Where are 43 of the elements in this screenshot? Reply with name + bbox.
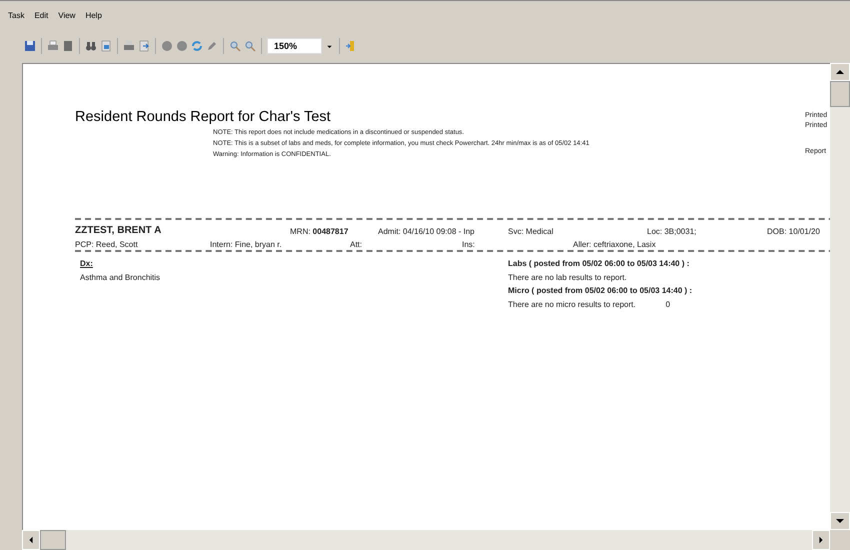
- refresh-icon[interactable]: [191, 40, 203, 52]
- save-icon[interactable]: [24, 40, 36, 52]
- intern-text: Intern: Fine, bryan r.: [210, 240, 283, 249]
- service-text: Svc: Medical: [508, 227, 554, 236]
- menu-item[interactable]: Task: [8, 10, 24, 20]
- location-text: Loc: 3B;0031;: [647, 227, 698, 236]
- labs-text: There are no lab results to report.: [508, 272, 628, 284]
- circle-icon[interactable]: [161, 40, 173, 52]
- menu-item[interactable]: View: [58, 10, 76, 20]
- scroll-thumb[interactable]: [830, 81, 850, 107]
- labs-heading: Labs ( posted from 05/02 06:00 to 05/03 14:40 ) :: [508, 258, 690, 270]
- document-icon[interactable]: [138, 40, 150, 52]
- document-icon[interactable]: [62, 40, 74, 52]
- micro-count: 0: [666, 298, 670, 310]
- patient-name: ZZTEST, BRENT A: [75, 225, 162, 236]
- insurance-text: Ins:: [462, 240, 476, 249]
- printer-icon[interactable]: [47, 40, 59, 52]
- dx-heading: Dx:: [80, 258, 94, 270]
- attending-text: Att:: [350, 240, 364, 249]
- allergy-text: Aller: ceftriaxone, Lasix: [573, 240, 656, 249]
- mrn-text: MRN: 00487817: [290, 227, 350, 236]
- printer-icon[interactable]: [123, 40, 135, 52]
- pencil-icon[interactable]: [206, 40, 218, 52]
- micro-text: There are no micro results to report.: [508, 298, 636, 311]
- micro-heading: Micro ( posted from 05/02 06:00 to 05/03 14:40 ) :: [508, 285, 692, 297]
- document-icon[interactable]: [100, 40, 112, 52]
- menu-item[interactable]: Edit: [34, 10, 48, 20]
- diagnosis-text: Asthma and Bronchitis: [80, 272, 162, 284]
- scroll-down-icon[interactable]: [830, 512, 850, 530]
- report-title: Resident Rounds Report for Char's Test: [75, 109, 332, 125]
- zoom-in-icon[interactable]: [244, 40, 256, 52]
- zoom-out-icon[interactable]: [229, 40, 241, 52]
- admit-text: Admit: 04/16/10 09:08 - Inp: [378, 227, 476, 236]
- circle-icon[interactable]: [176, 40, 188, 52]
- pcp-text: PCP: Reed, Scott: [75, 240, 139, 249]
- scroll-thumb[interactable]: [40, 530, 66, 550]
- scroll-right-icon[interactable]: [812, 530, 830, 550]
- zoom-field[interactable]: 150%: [267, 38, 322, 54]
- scroll-up-icon[interactable]: [830, 63, 850, 81]
- menu-item[interactable]: Help: [85, 10, 102, 20]
- scroll-left-icon[interactable]: [22, 530, 40, 550]
- dob-text: DOB: 10/01/20: [767, 227, 820, 236]
- binoculars-icon[interactable]: [85, 40, 97, 52]
